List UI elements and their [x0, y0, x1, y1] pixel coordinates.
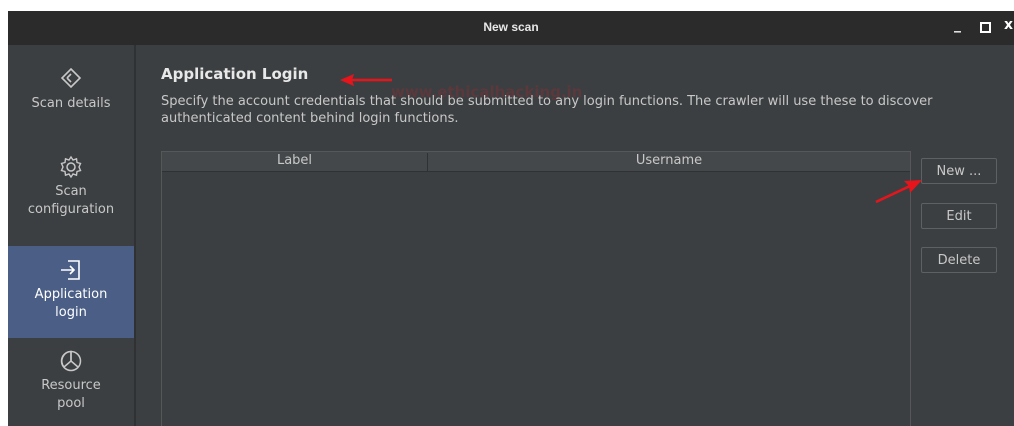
sidebar-item-label: Scan details: [31, 96, 111, 111]
new-scan-window: New scan _ x Scan details Scan configura…: [8, 11, 1014, 426]
page-title: Application Login: [161, 65, 309, 83]
sidebar-item-resource-pool[interactable]: Resource pool: [8, 349, 134, 426]
sidebar-item-scan-details[interactable]: Scan details: [8, 67, 134, 137]
pie-chart-icon: [60, 350, 82, 372]
page-description: Specify the account credentials that sho…: [161, 94, 933, 126]
sidebar: Scan details Scan configuration Applicat…: [8, 45, 136, 426]
column-header-username[interactable]: Username: [428, 153, 910, 168]
maximize-button[interactable]: [980, 17, 991, 37]
table-header: Label Username: [162, 152, 910, 172]
title-bar: New scan _ x: [8, 11, 1014, 45]
edit-button[interactable]: Edit: [921, 203, 997, 229]
delete-button[interactable]: Delete: [921, 247, 997, 273]
maximize-icon: [980, 22, 991, 33]
sidebar-item-scan-configuration[interactable]: Scan configuration: [8, 155, 134, 235]
main-panel: Application Login www.ethicalhacking.in …: [136, 45, 1014, 426]
credentials-table[interactable]: Label Username: [161, 151, 911, 426]
new-button[interactable]: New ...: [921, 158, 997, 184]
annotation-arrow-new-button: [875, 180, 922, 204]
column-header-label[interactable]: Label: [162, 153, 428, 171]
sidebar-item-application-login[interactable]: Application login: [8, 246, 134, 338]
minimize-button[interactable]: _: [954, 17, 961, 33]
scan-details-icon: [60, 67, 82, 89]
window-title: New scan: [483, 20, 539, 34]
sidebar-item-label: Resource pool: [41, 378, 101, 411]
sidebar-item-label: Scan configuration: [27, 184, 115, 217]
close-button[interactable]: x: [1004, 17, 1013, 33]
annotation-arrow-heading: [340, 74, 392, 86]
sidebar-item-label: Application login: [34, 287, 108, 320]
login-arrow-icon: [61, 260, 80, 280]
gear-icon: [60, 155, 82, 179]
